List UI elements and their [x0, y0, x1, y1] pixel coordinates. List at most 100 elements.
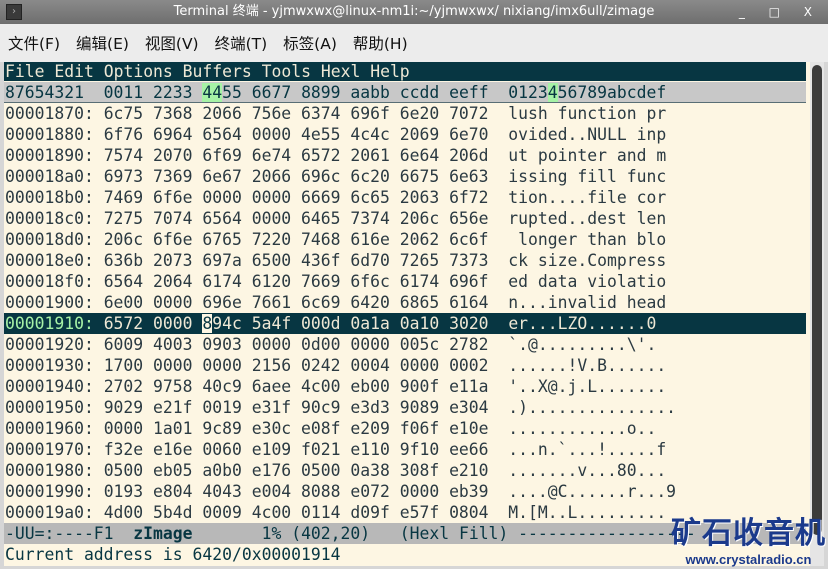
row-hex: 7275 7074 6564 0000 6465 7374 206c 656e [103, 209, 489, 228]
scrollbar[interactable] [810, 62, 824, 566]
row-hex: 7574 2070 6f69 6e74 6572 2061 6e64 206d [103, 146, 489, 165]
row-hex: 1700 0000 0000 2156 0242 0004 0000 0002 [103, 356, 489, 375]
emacs-menu-item[interactable]: Buffers [183, 62, 252, 81]
header-highlight-ascii: 4 [547, 83, 558, 102]
window-title: Terminal 终端 - yjmwxwx@linux-nm1i:~/yjmwx… [173, 4, 655, 19]
row-hex: 9029 e21f 0019 e31f 90c9 e3d3 9089 e304 [103, 398, 489, 417]
row-address: 000018c0: [5, 209, 94, 228]
hex-row[interactable]: 00001960: 0000 1a01 9c89 e30c e08f e209 … [4, 418, 806, 439]
row-address: 00001980: [5, 461, 94, 480]
row-ascii: longer than blo [508, 230, 667, 249]
header-text: 56789abcdef [557, 83, 667, 102]
hex-row[interactable]: 000018b0: 7469 6f6e 0000 0000 6669 6c65 … [4, 187, 806, 208]
hex-row[interactable]: 00001980: 0500 eb05 a0b0 e176 0500 0a38 … [4, 460, 806, 481]
hex-row[interactable]: 00001870: 6c75 7368 2066 756e 6374 696f … [4, 103, 806, 124]
hex-row[interactable]: 00001890: 7574 2070 6f69 6e74 6572 2061 … [4, 145, 806, 166]
watermark-url: www.crystalradio.cn [685, 552, 812, 567]
title-bar: › Terminal 终端 - yjmwxwx@linux-nm1i:~/yjm… [0, 0, 828, 24]
row-address: 00001920: [5, 335, 94, 354]
row-hex: f32e e16e 0060 e109 f021 e110 9f10 ee66 [103, 440, 489, 459]
app-menu-item[interactable]: 视图(V) [145, 32, 199, 54]
row-address: 00001960: [5, 419, 94, 438]
scrollbar-thumb[interactable] [812, 65, 822, 535]
hex-row[interactable]: 000018f0: 6564 2064 6174 6120 7669 6f6c … [4, 271, 806, 292]
row-ascii: tion....file cor [508, 188, 667, 207]
window-controls[interactable]: _ □ X [739, 0, 822, 24]
row-ascii: n...invalid head [508, 293, 667, 312]
hex-row[interactable]: 000018e0: 636b 2073 697a 6500 436f 6d70 … [4, 250, 806, 271]
emacs-menubar: File Edit Options Buffers Tools Hexl Hel… [4, 62, 806, 81]
hexl-column-header: 87654321 0011 2233 4455 6677 8899 aabb c… [4, 82, 806, 103]
row-address: 000019a0: [5, 503, 94, 522]
row-ascii: issing fill func [508, 167, 667, 186]
row-address: 00001940: [5, 377, 94, 396]
hex-row[interactable]: 000018d0: 206c 6f6e 6765 7220 7468 616e … [4, 229, 806, 250]
emacs-menu-item[interactable]: Edit [54, 62, 93, 81]
row-hex: 0000 1a01 9c89 e30c e08f e209 f06f e10e [103, 419, 489, 438]
hex-row[interactable]: 00001990: 0193 e804 4043 e004 8088 e072 … [4, 481, 806, 502]
row-hex: 7469 6f6e 0000 0000 6669 6c65 2063 6f72 [103, 188, 489, 207]
emacs-menu-item[interactable]: Tools [262, 62, 311, 81]
header-text: 55 6677 8899 aabb ccdd eeff 0123 [222, 83, 548, 102]
row-address: 000018e0: [5, 251, 94, 270]
row-hex: 6973 7369 6e67 2066 696c 6c20 6675 6e63 [103, 167, 489, 186]
emacs-menu-item[interactable]: Hexl [321, 62, 360, 81]
row-hex: 4d00 5b4d 0009 4c00 0114 d09f e57f 0804 [103, 503, 489, 522]
app-menu-item[interactable]: 标签(A) [283, 32, 337, 54]
header-highlight-hex: 44 [202, 83, 223, 102]
row-address: 00001950: [5, 398, 94, 417]
app-menu-item[interactable]: 文件(F) [8, 32, 60, 54]
row-address: 000018f0: [5, 272, 94, 291]
hex-row[interactable]: 00001880: 6f76 6964 6564 0000 4e55 4c4c … [4, 124, 806, 145]
app-menu-item[interactable]: 终端(T) [215, 32, 268, 54]
watermark-title: 矿石收音机 [671, 516, 826, 551]
row-address: 00001910: [5, 314, 94, 333]
row-address: 00001970: [5, 440, 94, 459]
header-text: 87654321 0011 2233 [5, 83, 203, 102]
emacs-hexl-buffer[interactable]: File Edit Options Buffers Tools Hexl Hel… [4, 62, 824, 566]
row-ascii: ovided..NULL inp [508, 125, 667, 144]
row-hex: 6009 4003 0903 0000 0d00 0000 005c 2782 [103, 335, 489, 354]
text-cursor: 8 [202, 314, 213, 333]
hex-row[interactable]: 000018c0: 7275 7074 6564 0000 6465 7374 … [4, 208, 806, 229]
hex-row[interactable]: 000018a0: 6973 7369 6e67 2066 696c 6c20 … [4, 166, 806, 187]
hex-row[interactable]: 00001900: 6e00 0000 696e 7661 6c69 6420 … [4, 292, 806, 313]
row-address: 000018a0: [5, 167, 94, 186]
row-ascii: ed data violatio [508, 272, 667, 291]
terminal-menubar: 文件(F) 编辑(E) 视图(V) 终端(T) 标签(A) 帮助(H) [0, 24, 828, 62]
row-ascii: .......v...80... [508, 461, 667, 480]
row-address: 00001890: [5, 146, 94, 165]
row-hex: 6e00 0000 696e 7661 6c69 6420 6865 6164 [103, 293, 489, 312]
row-ascii: ck size.Compress [508, 251, 667, 270]
row-address: 00001930: [5, 356, 94, 375]
hex-row[interactable]: 00001910: 6572 0000 894c 5a4f 000d 0a1a … [4, 313, 806, 334]
modeline-status: -UU=:----F1 [5, 524, 134, 543]
modeline-position: 1% (402,20) (Hexl Fill) ----------------… [192, 524, 696, 543]
row-hex: 6f76 6964 6564 0000 4e55 4c4c 2069 6e70 [103, 125, 489, 144]
row-ascii: er...LZO......0 [508, 314, 657, 333]
row-hex: 0500 eb05 a0b0 e176 0500 0a38 308f e210 [103, 461, 489, 480]
row-ascii: .)............... [508, 398, 677, 417]
hex-row[interactable]: 00001940: 2702 9758 40c9 6aee 4c00 eb00 … [4, 376, 806, 397]
app-menu-item[interactable]: 帮助(H) [353, 32, 408, 54]
row-hex: 2702 9758 40c9 6aee 4c00 eb00 900f e11a [103, 377, 489, 396]
row-ascii: ............o.. [508, 419, 657, 438]
app-menu-item[interactable]: 编辑(E) [76, 32, 129, 54]
row-ascii: '..X@.j.L....... [508, 377, 667, 396]
row-ascii: ut pointer and m [508, 146, 667, 165]
row-ascii: lush function pr [508, 104, 667, 123]
emacs-menu-item[interactable]: File [5, 62, 44, 81]
row-hex: 6572 0000 [103, 314, 203, 333]
row-hex: 6c75 7368 2066 756e 6374 696f 6e20 7072 [103, 104, 489, 123]
emacs-menu-item[interactable]: Options [104, 62, 173, 81]
emacs-menu-item[interactable]: Help [370, 62, 409, 81]
hex-row[interactable]: 00001930: 1700 0000 0000 2156 0242 0004 … [4, 355, 806, 376]
row-ascii: M.[M..L......... [508, 503, 667, 522]
hex-row[interactable]: 00001920: 6009 4003 0903 0000 0d00 0000 … [4, 334, 806, 355]
hex-row[interactable]: 00001970: f32e e16e 0060 e109 f021 e110 … [4, 439, 806, 460]
hex-row[interactable]: 00001950: 9029 e21f 0019 e31f 90c9 e3d3 … [4, 397, 806, 418]
terminal-app-icon[interactable]: › [6, 4, 22, 20]
row-address: 00001880: [5, 125, 94, 144]
row-address: 00001900: [5, 293, 94, 312]
row-hex: 94c 5a4f 000d 0a1a 0a10 3020 [212, 314, 489, 333]
